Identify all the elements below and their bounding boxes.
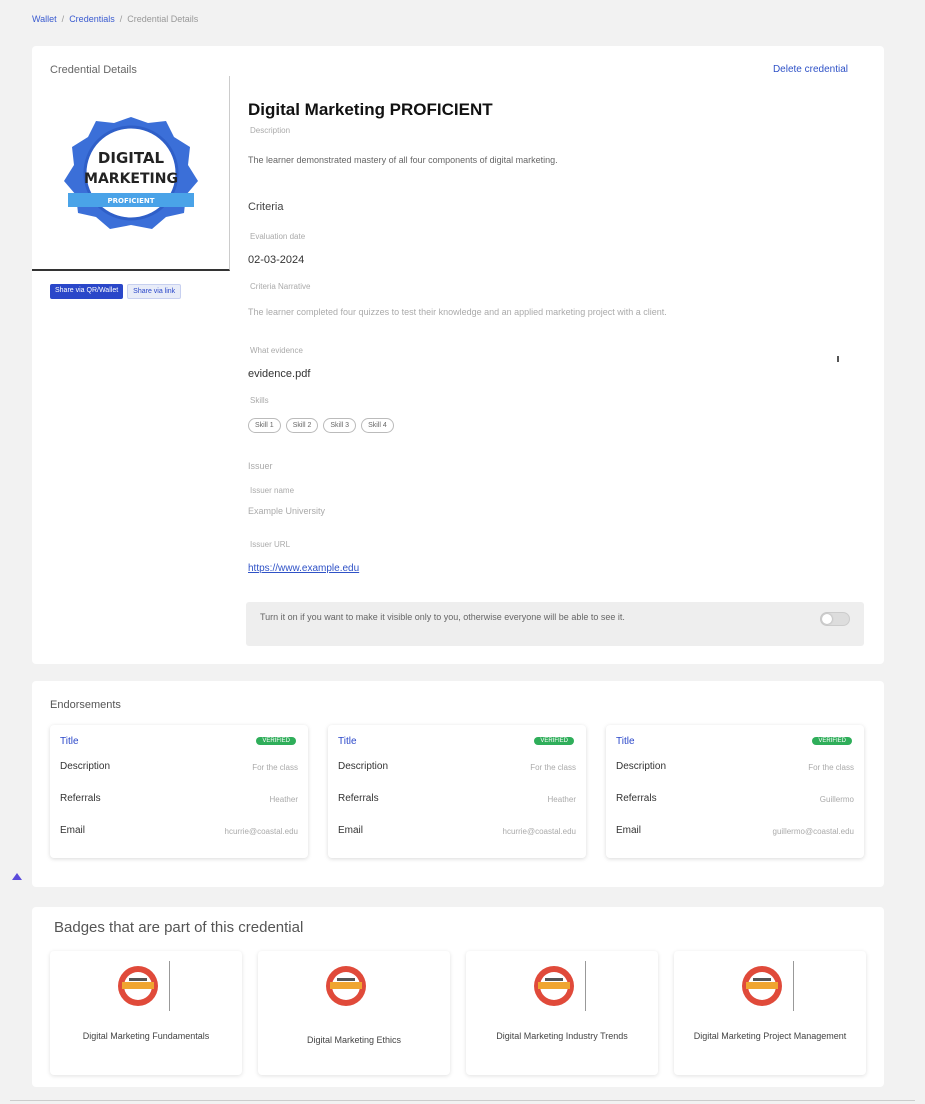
verified-badge: VERIFIED xyxy=(812,737,852,745)
endorsement-email-label: Email xyxy=(60,825,86,836)
skill-chip: Skill 2 xyxy=(285,418,319,433)
component-badge-name: Digital Marketing Ethics xyxy=(306,1035,402,1045)
delete-credential-link[interactable]: Delete credential xyxy=(773,64,848,75)
endorsement-referrals-label: Referrals xyxy=(338,793,379,804)
endorsement-email-label: Email xyxy=(616,825,642,836)
mini-badge-icon xyxy=(534,966,574,1006)
endorsement-description-label: Description xyxy=(616,761,667,772)
mini-badge-icon xyxy=(118,966,158,1006)
endorsement-description-value: For the class xyxy=(808,763,854,772)
credential-details-card: Credential Details Delete credential DIG… xyxy=(32,46,884,664)
endorsement-card: Title VERIFIED Description For the class… xyxy=(328,725,586,858)
endorsement-card: Title VERIFIED Description For the class… xyxy=(606,725,864,858)
endorsement-description-label: Description xyxy=(338,761,389,772)
credential-badge-image: DIGITAL MARKETING PROFICIENT xyxy=(32,76,230,271)
component-badge-name: Digital Marketing Industry Trends xyxy=(496,1031,628,1041)
evidence-file-link[interactable]: evidence.pdf xyxy=(248,368,310,380)
skill-chip: Skill 3 xyxy=(323,418,357,433)
mini-badge-image xyxy=(734,961,794,1011)
issuer-name-label: Issuer name xyxy=(250,486,295,495)
mini-badge-icon xyxy=(742,966,782,1006)
component-badges-card: Badges that are part of this credential … xyxy=(32,907,884,1087)
evaluation-date-value: 02-03-2024 xyxy=(248,254,305,266)
description-label: Description xyxy=(250,126,291,135)
issuer-heading: Issuer xyxy=(248,461,273,471)
mini-badge-image xyxy=(526,961,586,1011)
scroll-indicator[interactable] xyxy=(837,356,839,362)
component-badge-name: Digital Marketing Project Management xyxy=(693,1031,847,1041)
component-badge-card[interactable]: Digital Marketing Ethics xyxy=(258,951,450,1075)
mini-badge-image xyxy=(318,961,378,1011)
svg-text:PROFICIENT: PROFICIENT xyxy=(107,197,154,205)
description-text: The learner demonstrated mastery of all … xyxy=(248,155,558,165)
endorsement-email-value: hcurrie@coastal.edu xyxy=(502,827,577,836)
svg-text:DIGITAL: DIGITAL xyxy=(97,149,164,167)
evaluation-date-label: Evaluation date xyxy=(250,232,306,241)
visibility-toggle-switch[interactable] xyxy=(820,612,850,626)
mini-badge-icon xyxy=(326,966,366,1006)
page-divider xyxy=(10,1100,915,1101)
skills-label: Skills xyxy=(250,396,269,405)
breadcrumb-wallet[interactable]: Wallet xyxy=(32,14,57,24)
share-qr-button[interactable]: Share via QR/Wallet xyxy=(50,284,124,299)
endorsement-email-value: guillermo@coastal.edu xyxy=(772,827,855,836)
criteria-narrative-label: Criteria Narrative xyxy=(250,282,311,291)
digital-marketing-badge-icon: DIGITAL MARKETING PROFICIENT xyxy=(63,116,198,229)
issuer-name-value: Example University xyxy=(248,506,326,516)
mini-badge-image xyxy=(110,961,170,1011)
toggle-knob xyxy=(822,614,832,624)
component-badges-heading: Badges that are part of this credential xyxy=(54,919,304,936)
endorsement-description-value: For the class xyxy=(530,763,576,772)
endorsement-referrals-label: Referrals xyxy=(616,793,657,804)
endorsements-card: Endorsements Title VERIFIED Description … xyxy=(32,681,884,887)
scroll-up-arrow-icon[interactable] xyxy=(12,873,22,880)
endorsement-referrals-value: Heather xyxy=(547,795,576,804)
endorsement-referrals-value: Heather xyxy=(269,795,298,804)
share-actions: Share via QR/Wallet Share via link xyxy=(50,284,182,299)
endorsement-email-label: Email xyxy=(338,825,364,836)
credential-title: Digital Marketing PROFICIENT xyxy=(248,100,493,119)
svg-text:MARKETING: MARKETING xyxy=(84,171,178,187)
card-title: Credential Details xyxy=(50,64,137,76)
component-badge-card[interactable]: Digital Marketing Industry Trends xyxy=(466,951,658,1075)
endorsement-referrals-value: Guillermo xyxy=(819,795,854,804)
breadcrumb-separator: / xyxy=(61,14,65,24)
criteria-heading: Criteria xyxy=(248,201,284,213)
component-badge-card[interactable]: Digital Marketing Project Management xyxy=(674,951,866,1075)
endorsement-title: Title xyxy=(338,736,357,747)
endorsements-heading: Endorsements xyxy=(50,699,121,711)
visibility-toggle-text: Turn it on if you want to make it visibl… xyxy=(260,612,625,622)
issuer-url-label: Issuer URL xyxy=(250,540,291,549)
endorsement-card: Title VERIFIED Description For the class… xyxy=(50,725,308,858)
endorsement-description-value: For the class xyxy=(252,763,298,772)
endorsement-title: Title xyxy=(60,736,79,747)
endorsement-referrals-label: Referrals xyxy=(60,793,101,804)
component-badge-name: Digital Marketing Fundamentals xyxy=(82,1031,210,1041)
breadcrumb-separator: / xyxy=(119,14,123,24)
skill-chip: Skill 4 xyxy=(361,418,394,433)
skill-chip: Skill 1 xyxy=(248,418,281,433)
criteria-narrative-text: The learner completed four quizzes to te… xyxy=(248,307,667,317)
issuer-url-link[interactable]: https://www.example.edu xyxy=(248,562,408,575)
skills-list: Skill 1 Skill 2 Skill 3 Skill 4 xyxy=(248,418,394,433)
breadcrumb-current: Credential Details xyxy=(127,14,199,24)
endorsement-description-label: Description xyxy=(60,761,111,772)
visibility-toggle-box: Turn it on if you want to make it visibl… xyxy=(246,602,864,646)
verified-badge: VERIFIED xyxy=(534,737,574,745)
share-link-button[interactable]: Share via link xyxy=(127,284,182,299)
breadcrumb: Wallet / Credentials / Credential Detail… xyxy=(32,14,198,24)
component-badge-card[interactable]: Digital Marketing Fundamentals xyxy=(50,951,242,1075)
endorsement-title: Title xyxy=(616,736,635,747)
endorsement-email-value: hcurrie@coastal.edu xyxy=(224,827,299,836)
breadcrumb-credentials[interactable]: Credentials xyxy=(69,14,115,24)
verified-badge: VERIFIED xyxy=(256,737,296,745)
evidence-label: What evidence xyxy=(250,346,303,355)
